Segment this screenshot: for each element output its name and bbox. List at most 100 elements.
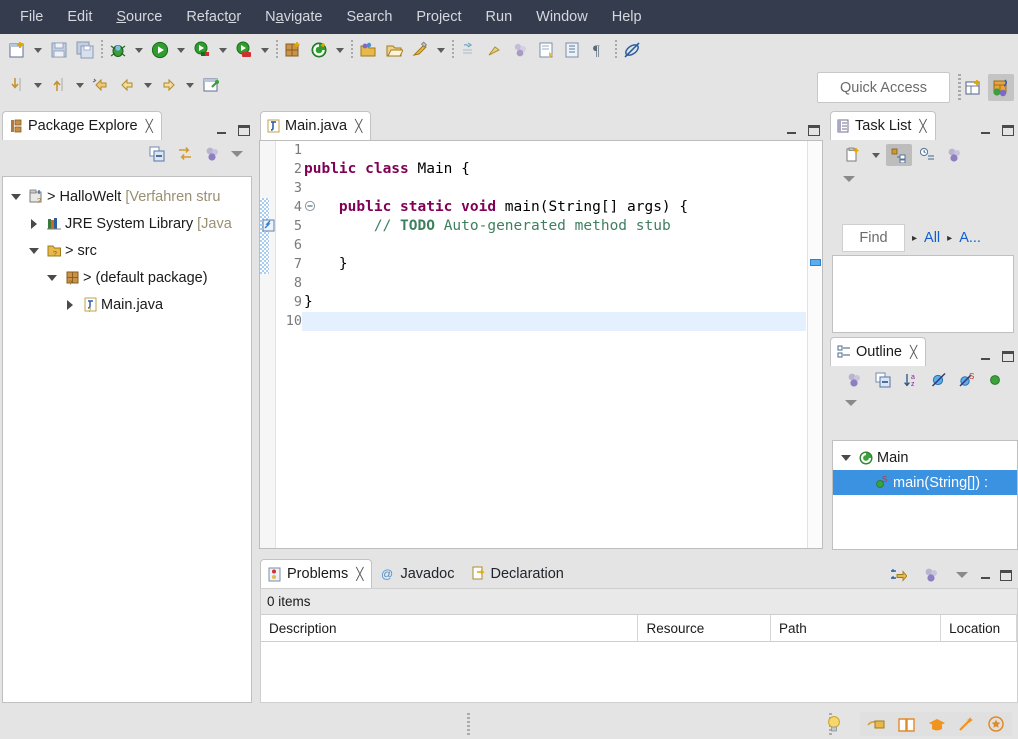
step-return-button[interactable] bbox=[46, 73, 72, 97]
previous-annotation-button[interactable] bbox=[482, 38, 508, 62]
view-menu-button[interactable] bbox=[840, 170, 858, 188]
code-line[interactable] bbox=[302, 179, 806, 198]
search-button[interactable] bbox=[407, 38, 433, 62]
dropdown-caret-icon[interactable] bbox=[30, 73, 46, 97]
code-line[interactable]: // TODO Auto-generated method stub bbox=[302, 217, 806, 236]
code-text[interactable]: public class Main { public static void m… bbox=[302, 141, 806, 548]
new-java-class-button[interactable] bbox=[306, 38, 332, 62]
tip-of-the-day-button[interactable] bbox=[820, 712, 848, 736]
tab-package-explorer[interactable]: Package Explore ╳ bbox=[2, 111, 162, 140]
collapse-twisty-icon[interactable] bbox=[25, 248, 43, 254]
code-line[interactable]: public class Main { bbox=[302, 160, 806, 179]
wand-button[interactable] bbox=[952, 712, 980, 736]
hide-non-public-button[interactable] bbox=[982, 369, 1008, 391]
tree-item[interactable]: JRE System Library [Java bbox=[3, 210, 251, 237]
cheatsheet-button[interactable] bbox=[892, 712, 920, 736]
toggle-mark-occurrences-button[interactable] bbox=[508, 38, 534, 62]
filter-all-link[interactable]: All bbox=[924, 230, 940, 246]
close-icon[interactable]: ╳ bbox=[355, 119, 362, 133]
tutorial-button[interactable] bbox=[922, 712, 950, 736]
tab-declaration[interactable]: Declaration bbox=[465, 559, 572, 588]
new-java-package-button[interactable] bbox=[280, 38, 306, 62]
code-line[interactable] bbox=[302, 141, 806, 160]
filters-button[interactable] bbox=[885, 564, 911, 586]
dropdown-caret-icon[interactable] bbox=[868, 143, 884, 167]
find-input[interactable]: Find bbox=[842, 224, 905, 252]
annotation-ruler[interactable] bbox=[260, 141, 276, 548]
column-header-resource[interactable]: Resource bbox=[638, 615, 771, 641]
focus-button[interactable] bbox=[919, 564, 945, 586]
forward-edit-button[interactable] bbox=[156, 73, 182, 97]
menu-item-edit[interactable]: Edit bbox=[55, 5, 104, 29]
tab-main-java[interactable]: Main.java ╳ bbox=[260, 111, 372, 140]
task-list-content[interactable] bbox=[832, 255, 1014, 333]
dropdown-caret-icon[interactable] bbox=[332, 38, 348, 62]
dropdown-caret-icon[interactable] bbox=[131, 38, 147, 62]
pilcrow-button[interactable]: ¶ bbox=[586, 38, 612, 62]
rating-button[interactable] bbox=[982, 712, 1010, 736]
java-perspective-button[interactable] bbox=[988, 74, 1014, 101]
save-button[interactable] bbox=[46, 38, 72, 62]
maximize-button[interactable] bbox=[238, 125, 250, 136]
expand-twisty-icon[interactable] bbox=[61, 300, 79, 310]
show-whitespace-button[interactable] bbox=[560, 38, 586, 62]
minimize-button[interactable] bbox=[979, 125, 992, 136]
hide-fields-button[interactable] bbox=[926, 369, 952, 391]
tree-item[interactable]: ? > src bbox=[3, 237, 251, 264]
next-annotation-button[interactable] bbox=[456, 38, 482, 62]
expand-twisty-icon[interactable] bbox=[25, 219, 43, 229]
dropdown-caret-icon[interactable] bbox=[140, 73, 156, 97]
focus-button[interactable] bbox=[842, 369, 868, 391]
unlink-button[interactable] bbox=[619, 38, 645, 62]
dropdown-caret-icon[interactable] bbox=[182, 73, 198, 97]
view-menu-button[interactable] bbox=[228, 145, 246, 163]
maximize-button[interactable] bbox=[808, 125, 820, 136]
outline-item[interactable]: Main bbox=[833, 445, 1017, 470]
code-line[interactable] bbox=[302, 274, 806, 293]
filter-activate-link[interactable]: A... bbox=[959, 230, 981, 246]
code-line[interactable]: } bbox=[302, 255, 806, 274]
tree-item[interactable]: ? Main.java bbox=[3, 291, 251, 318]
quick-access-input[interactable]: Quick Access bbox=[817, 72, 950, 103]
maximize-button[interactable] bbox=[1000, 569, 1012, 581]
collapse-all-button[interactable] bbox=[144, 143, 170, 165]
status-bar-grip[interactable] bbox=[467, 713, 470, 735]
close-icon[interactable]: ╳ bbox=[146, 119, 153, 133]
collapse-twisty-icon[interactable] bbox=[7, 194, 25, 200]
focus-on-active-task-button[interactable] bbox=[200, 143, 226, 165]
menu-item-help[interactable]: Help bbox=[600, 5, 654, 29]
debug-button[interactable] bbox=[105, 38, 131, 62]
open-perspective-button[interactable] bbox=[961, 74, 987, 101]
dropdown-caret-icon[interactable] bbox=[72, 73, 88, 97]
code-line[interactable] bbox=[302, 312, 806, 331]
column-header-description[interactable]: Description bbox=[261, 615, 639, 641]
hide-static-button[interactable]: S bbox=[954, 369, 980, 391]
dropdown-caret-icon[interactable] bbox=[30, 38, 46, 62]
categorize-button[interactable] bbox=[886, 144, 912, 166]
back-history-button[interactable] bbox=[88, 73, 114, 97]
mylyn-button[interactable] bbox=[862, 712, 890, 736]
tab-javadoc[interactable]: @ Javadoc bbox=[374, 559, 462, 588]
outline-tree[interactable]: Main Smain(String[]) : bbox=[832, 440, 1018, 550]
collapse-twisty-icon[interactable] bbox=[837, 455, 855, 461]
run-external-tools-button[interactable] bbox=[189, 38, 215, 62]
toggle-block-selection-button[interactable] bbox=[534, 38, 560, 62]
run-button[interactable] bbox=[147, 38, 173, 62]
new-task-button[interactable] bbox=[840, 144, 866, 166]
minimize-button[interactable] bbox=[979, 351, 992, 362]
collapse-twisty-icon[interactable] bbox=[43, 275, 61, 281]
menu-item-window[interactable]: Window bbox=[524, 5, 600, 29]
menu-item-search[interactable]: Search bbox=[334, 5, 404, 29]
tree-item[interactable]: ? > (default package) bbox=[3, 264, 251, 291]
code-line[interactable] bbox=[302, 236, 806, 255]
code-editor[interactable]: 1 2 3 4 5 6 7 8 9 10 public class Main { public s… bbox=[259, 140, 823, 549]
minimize-button[interactable] bbox=[215, 125, 228, 136]
minimize-button[interactable] bbox=[785, 125, 798, 136]
tree-item[interactable]: ? > HalloWelt [Verfahren stru bbox=[3, 183, 251, 210]
column-header-location[interactable]: Location bbox=[941, 615, 1017, 641]
column-header-path[interactable]: Path bbox=[771, 615, 942, 641]
overview-marker[interactable] bbox=[810, 259, 821, 266]
close-icon[interactable]: ╳ bbox=[356, 567, 363, 581]
open-type-button[interactable] bbox=[355, 38, 381, 62]
menu-item-file[interactable]: File bbox=[8, 5, 55, 29]
